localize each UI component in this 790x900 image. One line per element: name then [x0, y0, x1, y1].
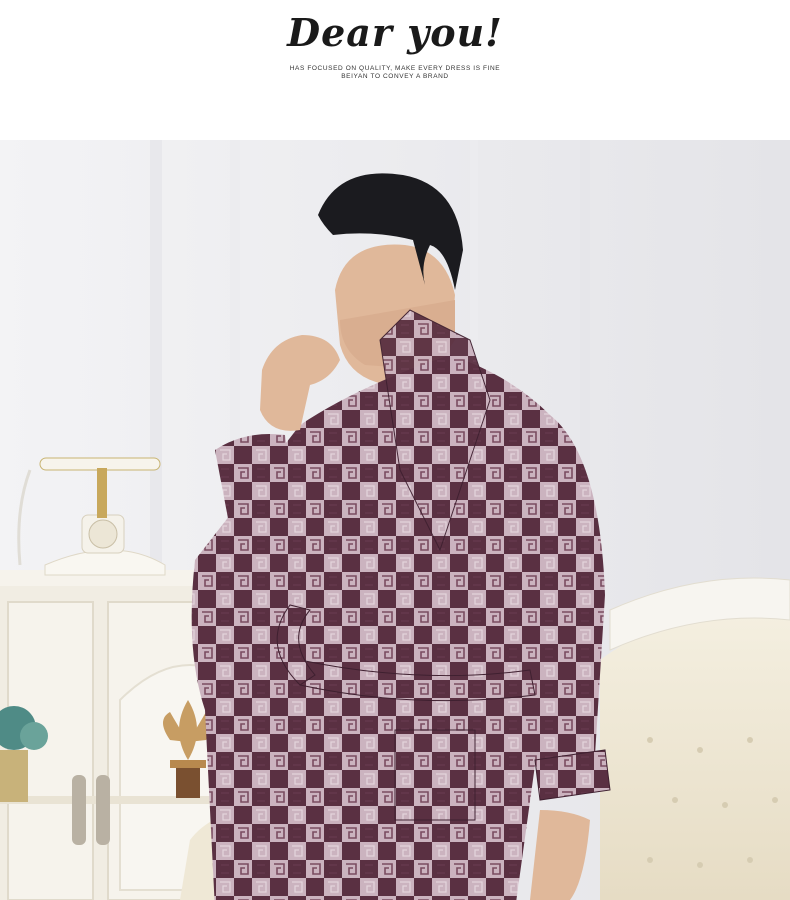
tagline-line-1: HAS FOCUSED ON QUALITY, MAKE EVERY DRESS… — [289, 65, 501, 72]
product-page: Dear you! HAS FOCUSED ON QUALITY, MAKE E… — [0, 0, 790, 900]
header-banner: Dear you! HAS FOCUSED ON QUALITY, MAKE E… — [0, 0, 790, 140]
headline: Dear you! — [287, 10, 503, 55]
tagline-line-2: BEIYAN TO CONVEY A BRAND — [341, 73, 449, 80]
product-photo — [0, 140, 790, 900]
